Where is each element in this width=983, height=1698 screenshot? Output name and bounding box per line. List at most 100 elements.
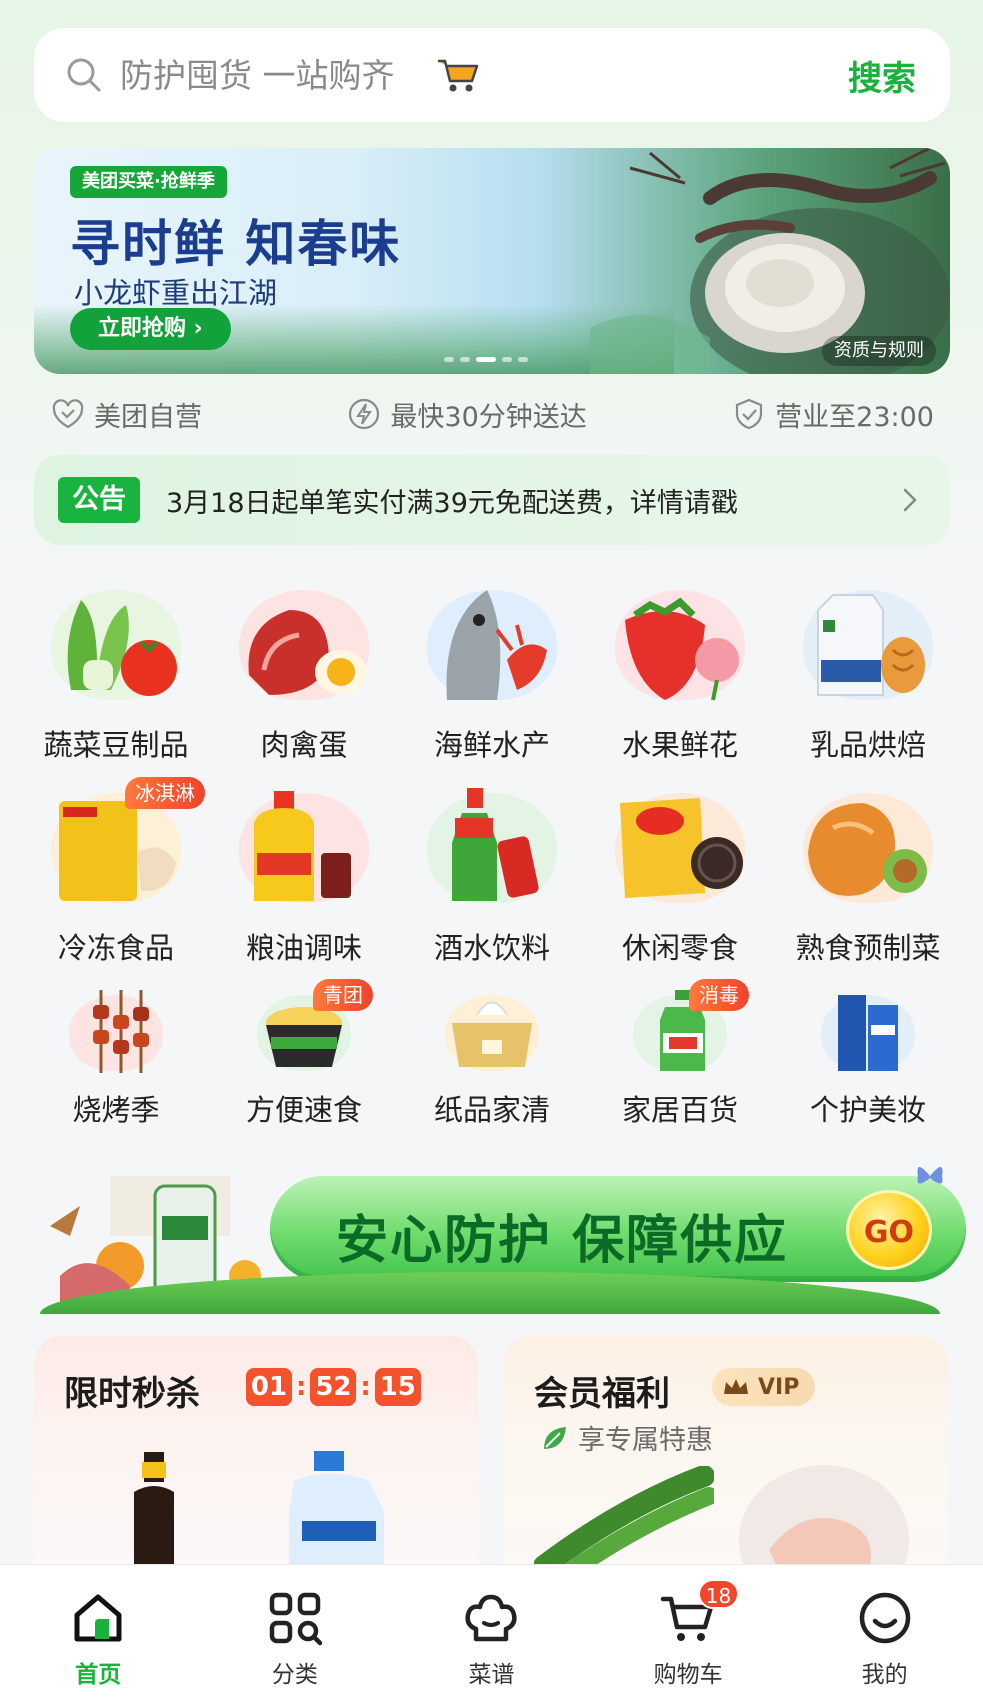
- nav-label: 首页: [75, 1662, 122, 1688]
- category-bbq[interactable]: 烧烤季: [22, 985, 210, 1129]
- category-label: 乳品烘焙: [809, 728, 926, 762]
- nav-profile[interactable]: 我的: [786, 1565, 983, 1698]
- meat-egg-icon: [248, 610, 367, 695]
- cooking-oil-icon: [254, 791, 351, 901]
- countdown-hours: 01: [246, 1368, 292, 1406]
- flash-sale-card[interactable]: 限时秒杀 01 : 52 : 15: [34, 1336, 478, 1576]
- snack-chips-icon: [620, 798, 743, 898]
- search-bar[interactable]: 搜索: [34, 28, 950, 122]
- skewer-icon: [93, 990, 149, 1073]
- category-label: 水果鲜花: [621, 728, 738, 762]
- cucumber-image[interactable]: [534, 1466, 714, 1576]
- category-label: 冷冻食品: [57, 931, 174, 965]
- announcement-text: 3月18日起单笔实付满39元免配送费，详情请戳: [166, 487, 738, 519]
- feature-label: 美团自营: [94, 401, 202, 433]
- category-icon: [269, 1592, 323, 1646]
- category-instant-food[interactable]: 青团 方便速食: [210, 979, 398, 1129]
- search-button[interactable]: 搜索: [848, 51, 916, 100]
- category-label: 蔬菜豆制品: [43, 728, 189, 762]
- shopping-cart-icon: [438, 59, 479, 92]
- category-label: 休闲零食: [621, 931, 738, 965]
- vip-badge: VIP: [712, 1368, 816, 1406]
- feature-fast-delivery: 最快30分钟送达: [346, 395, 587, 434]
- category-label: 家居百货: [621, 1093, 738, 1127]
- soy-sauce-bottle-image[interactable]: [114, 1448, 194, 1576]
- fish-icon: [446, 590, 547, 700]
- nav-home[interactable]: 首页: [0, 1565, 197, 1698]
- category-household[interactable]: 消毒 家居百货: [586, 979, 774, 1129]
- feature-label: 营业至23:00: [775, 401, 934, 433]
- category-badge: 冰淇淋: [125, 777, 205, 809]
- beverage-icon: [452, 788, 539, 901]
- crown-icon: [724, 1379, 748, 1394]
- category-label: 个护美妆: [809, 1093, 926, 1127]
- milk-bread-icon: [817, 594, 925, 696]
- category-paper-cleaning[interactable]: 纸品家清: [398, 985, 586, 1129]
- banner-tag: 美团买菜·抢鲜季: [70, 166, 227, 198]
- service-features: 美团自营 最快30分钟送达 营业至23:00: [34, 392, 950, 436]
- nav-category[interactable]: 分类: [197, 1565, 394, 1698]
- nav-label: 分类: [271, 1662, 318, 1688]
- category-label: 烧烤季: [72, 1093, 160, 1127]
- butterfly-icon: [917, 1167, 943, 1184]
- category-meat-eggs[interactable]: 肉禽蛋: [210, 580, 398, 764]
- countdown-seconds: 15: [374, 1368, 421, 1406]
- vegetables-icon: [67, 600, 177, 696]
- chef-hat-icon: [465, 1594, 518, 1642]
- announcement-tag: 公告: [58, 477, 140, 523]
- category-seafood[interactable]: 海鲜水产: [398, 580, 586, 764]
- announcement-bar[interactable]: 公告 3月18日起单笔实付满39元免配送费，详情请戳: [34, 455, 950, 545]
- tissue-box-icon: [452, 1001, 532, 1067]
- chicken-meat-image[interactable]: [739, 1454, 909, 1576]
- category-grain-oil[interactable]: 粮油调味: [210, 783, 398, 967]
- feature-label: 最快30分钟送达: [390, 401, 587, 433]
- category-badge: 消毒: [689, 979, 749, 1011]
- category-drinks[interactable]: 酒水饮料: [398, 783, 586, 967]
- detergent-bottle-image[interactable]: [274, 1446, 404, 1576]
- category-fruits-flowers[interactable]: 水果鲜花: [586, 580, 774, 764]
- category-badge: 青团: [313, 979, 373, 1011]
- category-vegetables[interactable]: 蔬菜豆制品: [22, 580, 210, 764]
- category-label: 熟食预制菜: [795, 931, 941, 965]
- nav-label: 我的: [861, 1662, 908, 1688]
- shield-check-icon: [736, 398, 763, 430]
- search-icon: [67, 58, 101, 92]
- cart-count-badge: 18: [697, 1579, 740, 1609]
- promo-banner[interactable]: 美团买菜·抢鲜季 寻时鲜 知春味 小龙虾重出江湖 立即抢购 › 资质与规则: [34, 148, 950, 374]
- banner-title: 寻时鲜 知春味: [70, 215, 402, 273]
- category-personal-care[interactable]: 个护美妆: [774, 985, 962, 1129]
- member-benefits-card[interactable]: 会员福利 VIP 享专属特惠: [504, 1336, 948, 1576]
- chevron-right-icon: [903, 488, 917, 512]
- banner-subtitle: 小龙虾重出江湖: [74, 276, 278, 310]
- leaf-icon: [544, 1426, 566, 1449]
- feature-business-hours: 营业至23:00: [731, 395, 934, 434]
- member-subtitle: 享专属特惠: [578, 1425, 713, 1456]
- category-deli[interactable]: 熟食预制菜: [774, 783, 962, 967]
- search-input[interactable]: [120, 45, 848, 105]
- member-title: 会员福利: [534, 1374, 670, 1414]
- lightning-icon: [349, 398, 380, 430]
- category-dairy-bakery[interactable]: 乳品烘焙: [774, 580, 962, 764]
- go-button[interactable]: GO: [846, 1190, 932, 1270]
- carousel-indicator: [444, 357, 528, 362]
- category-frozen[interactable]: 冰淇淋 冷冻食品: [22, 777, 210, 967]
- category-snacks[interactable]: 休闲零食: [586, 783, 774, 967]
- nav-cart[interactable]: 18 购物车: [590, 1565, 787, 1698]
- category-label: 酒水饮料: [433, 931, 550, 965]
- strawberry-icon: [625, 597, 739, 701]
- flash-sale-title: 限时秒杀: [64, 1374, 200, 1414]
- toothpaste-icon: [838, 995, 898, 1071]
- category-label: 粮油调味: [245, 931, 362, 965]
- nav-recipes[interactable]: 菜谱: [393, 1565, 590, 1698]
- bottom-navigation: 首页 分类 菜谱 18 购物车 我的: [0, 1564, 983, 1698]
- category-label: 方便速食: [245, 1093, 362, 1127]
- nav-label: 菜谱: [468, 1662, 515, 1688]
- nav-label: 购物车: [653, 1662, 723, 1688]
- category-label: 纸品家清: [433, 1093, 550, 1127]
- member-subtitle-row: 享专属特惠: [540, 1418, 713, 1457]
- buy-now-button[interactable]: 立即抢购 ›: [70, 308, 231, 350]
- category-label: 肉禽蛋: [260, 728, 348, 762]
- qualification-rules-link[interactable]: 资质与规则: [822, 336, 936, 366]
- protection-supply-banner[interactable]: 安心防护 保障供应 GO: [40, 1166, 966, 1314]
- profile-icon: [859, 1592, 910, 1644]
